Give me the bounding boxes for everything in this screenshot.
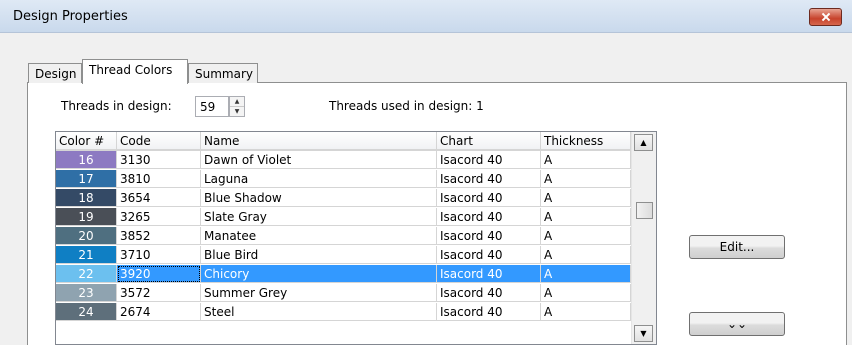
chart-cell: Isacord 40 xyxy=(437,246,541,264)
thickness-cell: A xyxy=(541,303,631,321)
threads-spinner[interactable]: ▲ ▼ xyxy=(229,96,245,117)
chart-cell: Isacord 40 xyxy=(437,151,541,169)
table-row[interactable]: 19 3265 Slate Gray Isacord 40 A xyxy=(56,208,631,226)
table-row[interactable]: 17 3810 Laguna Isacord 40 A xyxy=(56,170,631,188)
chart-cell: Isacord 40 xyxy=(437,189,541,207)
name-cell: Laguna xyxy=(201,170,437,188)
color-swatch: 18 xyxy=(56,189,117,207)
chart-cell: Isacord 40 xyxy=(437,265,541,283)
thickness-cell: A xyxy=(541,189,631,207)
scroll-thumb[interactable] xyxy=(636,202,653,219)
table-row[interactable]: 18 3654 Blue Shadow Isacord 40 A xyxy=(56,189,631,207)
name-cell: Summer Grey xyxy=(201,284,437,302)
tab-summary[interactable]: Summary xyxy=(188,63,258,83)
title-bar: Design Properties xyxy=(0,0,852,33)
thickness-cell: A xyxy=(541,265,631,283)
spin-down-icon[interactable]: ▼ xyxy=(230,107,244,116)
table-row[interactable]: 24 2674 Steel Isacord 40 A xyxy=(56,303,631,321)
design-properties-dialog: Design Properties Design Thread Colors S… xyxy=(0,0,852,345)
code-cell: 2674 xyxy=(117,303,201,321)
edit-button[interactable]: Edit... xyxy=(689,235,785,259)
name-cell: Dawn of Violet xyxy=(201,151,437,169)
name-cell: Steel xyxy=(201,303,437,321)
threads-in-design-label: Threads in design: xyxy=(61,99,172,113)
chart-cell: Isacord 40 xyxy=(437,284,541,302)
code-cell: 3265 xyxy=(117,208,201,226)
column-header-color-num[interactable]: Color # xyxy=(56,132,117,150)
table-row[interactable]: 23 3572 Summer Grey Isacord 40 A xyxy=(56,284,631,302)
column-header-name[interactable]: Name xyxy=(201,132,437,150)
thickness-cell: A xyxy=(541,208,631,226)
code-cell: 3572 xyxy=(117,284,201,302)
code-cell: 3852 xyxy=(117,227,201,245)
tab-thread-colors[interactable]: Thread Colors xyxy=(82,59,188,84)
table-row[interactable]: 16 3130 Dawn of Violet Isacord 40 A xyxy=(56,151,631,169)
thread-colors-grid[interactable]: Color # Code Name Chart Thickness 16 313… xyxy=(55,131,657,345)
code-cell: 3920 xyxy=(117,265,201,283)
color-swatch: 24 xyxy=(56,303,117,321)
tab-design[interactable]: Design xyxy=(28,63,82,83)
code-cell: 3130 xyxy=(117,151,201,169)
code-cell: 3654 xyxy=(117,189,201,207)
table-row[interactable]: 21 3710 Blue Bird Isacord 40 A xyxy=(56,246,631,264)
thickness-cell: A xyxy=(541,227,631,245)
chart-cell: Isacord 40 xyxy=(437,208,541,226)
spin-up-icon[interactable]: ▲ xyxy=(230,97,244,107)
color-swatch: 20 xyxy=(56,227,117,245)
column-header-chart[interactable]: Chart xyxy=(437,132,541,150)
name-cell: Blue Shadow xyxy=(201,189,437,207)
grid-header: Color # Code Name Chart Thickness xyxy=(56,132,631,151)
name-cell: Blue Bird xyxy=(201,246,437,264)
column-header-code[interactable]: Code xyxy=(117,132,201,150)
window-title: Design Properties xyxy=(13,9,128,24)
color-swatch: 21 xyxy=(56,246,117,264)
color-swatch: 16 xyxy=(56,151,117,169)
name-cell: Manatee xyxy=(201,227,437,245)
color-swatch: 17 xyxy=(56,170,117,188)
code-cell: 3810 xyxy=(117,170,201,188)
table-row[interactable]: 20 3852 Manatee Isacord 40 A xyxy=(56,227,631,245)
color-swatch: 19 xyxy=(56,208,117,226)
close-icon[interactable] xyxy=(809,8,842,26)
chart-cell: Isacord 40 xyxy=(437,227,541,245)
thickness-cell: A xyxy=(541,284,631,302)
scroll-up-icon[interactable]: ▲ xyxy=(634,134,653,151)
chart-cell: Isacord 40 xyxy=(437,303,541,321)
thickness-cell: A xyxy=(541,151,631,169)
table-row-selected[interactable]: 22 3920 Chicory Isacord 40 A xyxy=(56,265,631,283)
color-swatch: 22 xyxy=(56,265,117,283)
color-swatch: 23 xyxy=(56,284,117,302)
code-cell: 3710 xyxy=(117,246,201,264)
chart-cell: Isacord 40 xyxy=(437,170,541,188)
threads-used-label: Threads used in design: 1 xyxy=(329,99,484,113)
thickness-cell: A xyxy=(541,246,631,264)
column-header-thickness[interactable]: Thickness xyxy=(541,132,631,150)
vertical-scrollbar[interactable]: ▲ ▼ xyxy=(631,132,656,344)
expand-more-button[interactable]: ⌄⌄ xyxy=(689,312,785,336)
double-chevron-down-icon: ⌄⌄ xyxy=(726,317,748,331)
name-cell: Chicory xyxy=(201,265,437,283)
name-cell: Slate Gray xyxy=(201,208,437,226)
thickness-cell: A xyxy=(541,170,631,188)
threads-in-design-input[interactable]: 59 xyxy=(195,96,229,117)
scroll-down-icon[interactable]: ▼ xyxy=(634,325,653,342)
